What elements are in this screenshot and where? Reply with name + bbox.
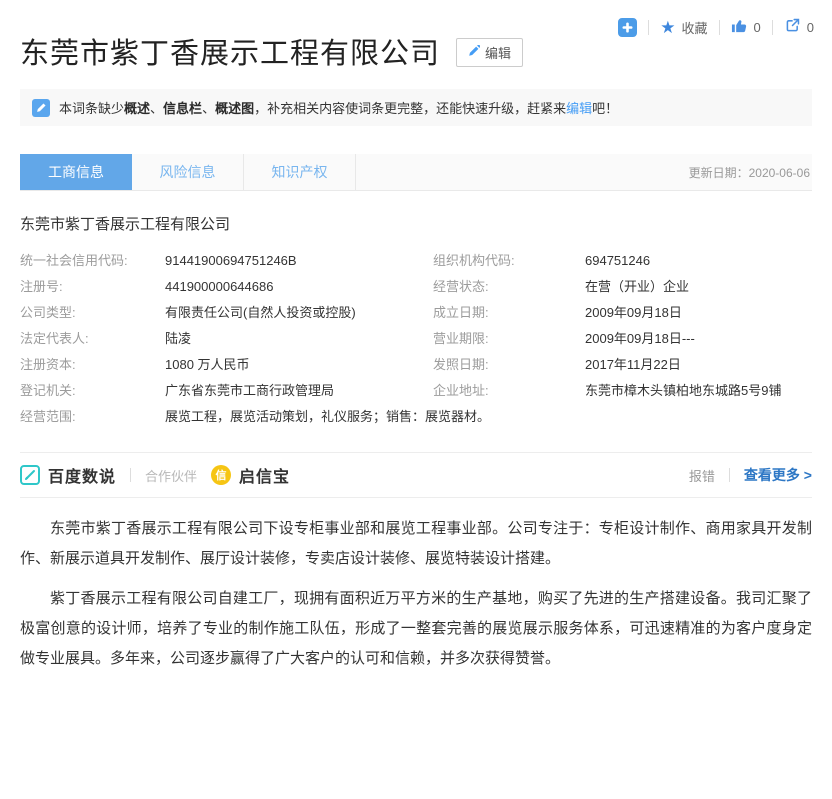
tab-bar: 工商信息 风险信息 知识产权 更新日期：2020-06-06 <box>20 154 812 191</box>
field-label: 登记机关: <box>20 378 165 404</box>
notice-missing-item: 概述 <box>124 101 150 116</box>
field-label: 法定代表人: <box>20 326 165 352</box>
qixinbao-logo[interactable]: 信 启信宝 <box>211 463 290 487</box>
field-value: 2009年09月18日 <box>585 300 812 326</box>
plus-icon <box>618 18 637 37</box>
update-date: 更新日期：2020-06-06 <box>689 164 812 181</box>
notice-middle: ，补充相关内容使词条更完整，还能快速升级，赶紧来 <box>254 101 566 116</box>
company-name-heading: 东莞市紫丁香展示工程有限公司 <box>20 213 812 234</box>
favorite-button[interactable]: ★ 收藏 <box>660 18 707 37</box>
thumb-up-icon <box>731 17 748 37</box>
view-more-link[interactable]: 查看更多 > <box>744 465 812 485</box>
baidu-shushuo-logo[interactable]: 百度数说 <box>20 463 116 487</box>
notice-missing-item: 信息栏 <box>163 101 202 116</box>
notice-text: 本词条缺少概述、信息栏、概述图，补充相关内容使词条更完整，还能快速升级，赶紧来编… <box>59 98 618 117</box>
report-error-link[interactable]: 报错 <box>689 466 715 485</box>
field-value: 在营（开业）企业 <box>585 274 812 300</box>
tab-risk-info[interactable]: 风险信息 <box>132 154 244 190</box>
share-button[interactable]: 0 <box>784 17 814 37</box>
business-info-table: 统一社会信用代码: 91441900694751246B 组织机构代码: 694… <box>20 248 812 430</box>
edit-pencil-icon <box>32 99 50 117</box>
tab-intellectual-property[interactable]: 知识产权 <box>244 154 356 190</box>
notice-prefix: 本词条缺少 <box>59 101 124 116</box>
company-description: 东莞市紫丁香展示工程有限公司下设专柜事业部和展览工程事业部。公司专注于：专柜设计… <box>20 514 812 674</box>
field-value: 1080 万人民币 <box>165 352 433 378</box>
notice-bar: 本词条缺少概述、信息栏、概述图，补充相关内容使词条更完整，还能快速升级，赶紧来编… <box>20 89 812 126</box>
baike-company-page: ★ 收藏 0 0 东莞市紫丁香展示工程有限公司 编辑 <box>0 0 832 799</box>
field-label: 经营范围: <box>20 404 165 430</box>
like-button[interactable]: 0 <box>731 17 761 37</box>
divider <box>719 20 720 35</box>
partner-label: 合作伙伴 <box>145 466 197 485</box>
field-label: 组织机构代码: <box>433 248 585 274</box>
notice-suffix: 吧！ <box>592 101 618 116</box>
edit-button[interactable]: 编辑 <box>456 38 523 67</box>
share-count: 0 <box>807 20 814 35</box>
divider <box>648 20 649 35</box>
field-value: 展览工程，展览活动策划，礼仪服务；销售：展览器材。 <box>165 404 812 430</box>
divider <box>772 20 773 35</box>
field-value: 694751246 <box>585 248 812 274</box>
notice-edit-link[interactable]: 编辑 <box>566 101 592 116</box>
pencil-icon <box>468 45 480 60</box>
field-label: 成立日期: <box>433 300 585 326</box>
like-count: 0 <box>754 20 761 35</box>
qixinbao-label: 启信宝 <box>239 463 290 487</box>
divider <box>130 468 131 482</box>
partner-bar: 百度数说 合作伙伴 信 启信宝 报错 查看更多 > <box>20 452 812 498</box>
favorite-label: 收藏 <box>682 18 708 37</box>
field-value: 2009年09月18日--- <box>585 326 812 352</box>
page-title: 东莞市紫丁香展示工程有限公司 <box>20 36 440 72</box>
notice-separator: 、 <box>150 101 163 116</box>
qixinbao-icon: 信 <box>211 465 231 485</box>
notice-missing-item: 概述图 <box>215 101 254 116</box>
description-paragraph: 东莞市紫丁香展示工程有限公司下设专柜事业部和展览工程事业部。公司专注于：专柜设计… <box>20 514 812 574</box>
field-label: 经营状态: <box>433 274 585 300</box>
field-value: 广东省东莞市工商行政管理局 <box>165 378 433 404</box>
star-icon: ★ <box>660 19 675 36</box>
tab-business-info[interactable]: 工商信息 <box>20 154 132 190</box>
edit-button-label: 编辑 <box>485 43 511 62</box>
baidu-shushuo-icon <box>20 465 40 485</box>
field-label: 企业地址: <box>433 378 585 404</box>
baidu-shushuo-label: 百度数说 <box>48 463 116 487</box>
partner-bar-right: 报错 查看更多 > <box>689 465 812 485</box>
top-action-bar: ★ 收藏 0 0 <box>618 15 814 39</box>
field-value: 东莞市樟木头镇柏地东城路5号9铺 <box>585 378 812 404</box>
field-value: 91441900694751246B <box>165 248 433 274</box>
field-label: 发照日期: <box>433 352 585 378</box>
description-paragraph: 紫丁香展示工程有限公司自建工厂，现拥有面积近万平方米的生产基地，购买了先进的生产… <box>20 584 812 674</box>
field-value: 2017年11月22日 <box>585 352 812 378</box>
field-label: 注册号: <box>20 274 165 300</box>
field-value: 441900000644686 <box>165 274 433 300</box>
field-label: 注册资本: <box>20 352 165 378</box>
field-value: 有限责任公司(自然人投资或控股) <box>165 300 433 326</box>
field-label: 统一社会信用代码: <box>20 248 165 274</box>
notice-separator: 、 <box>202 101 215 116</box>
share-icon <box>784 17 801 37</box>
field-value: 陆凌 <box>165 326 433 352</box>
field-label: 营业期限: <box>433 326 585 352</box>
divider <box>729 468 730 482</box>
add-to-collection-button[interactable] <box>618 18 637 37</box>
field-label: 公司类型: <box>20 300 165 326</box>
